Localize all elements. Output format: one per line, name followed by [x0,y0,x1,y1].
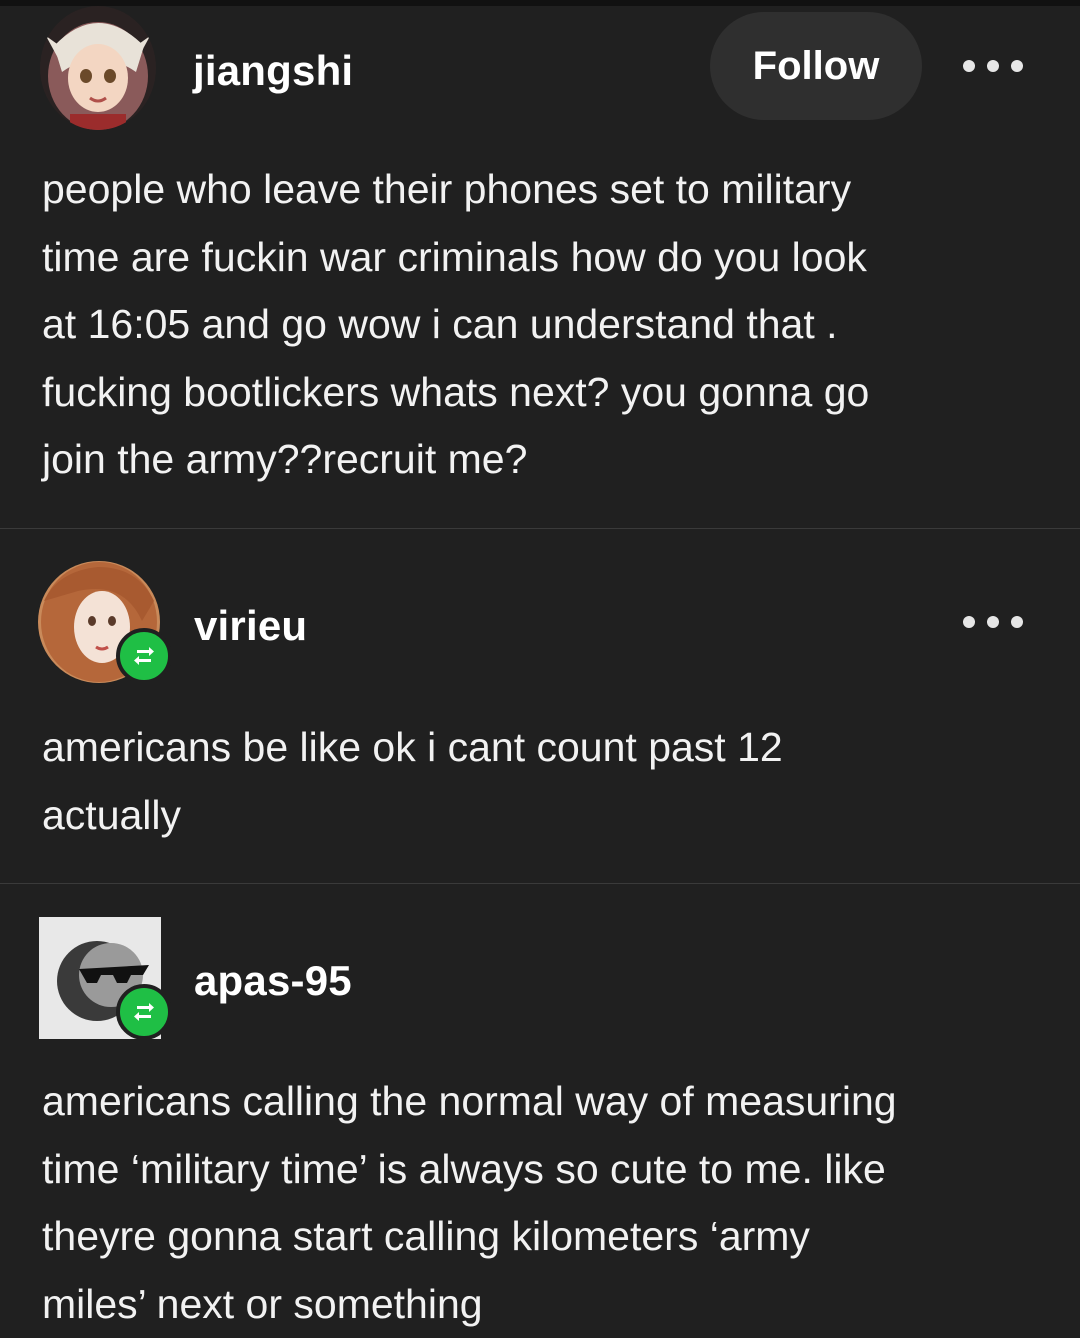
follow-button[interactable]: Follow [710,12,922,120]
reblog-post-virieu: virieu americans be like ok i cant count… [0,529,1080,883]
more-options-icon[interactable] [963,610,1023,634]
reblog-post-apas-95: apas-95 americans calling the normal way… [0,884,1080,1335]
reblog-icon [116,628,172,684]
avatar-jiangshi[interactable] [40,6,156,130]
username-virieu[interactable]: virieu [194,605,307,647]
post-body-virieu: americans be like ok i cant count past 1… [42,724,783,838]
post-body-apas-95: americans calling the normal way of meas… [42,1078,897,1327]
username-jiangshi[interactable]: jiangshi [193,50,353,92]
original-post: jiangshi Follow people who leave their p… [0,6,1080,528]
username-apas-95[interactable]: apas-95 [194,960,352,1002]
reblog-icon [116,984,172,1040]
more-options-icon[interactable] [963,54,1023,78]
post-body-jiangshi: people who leave their phones set to mil… [42,166,870,482]
